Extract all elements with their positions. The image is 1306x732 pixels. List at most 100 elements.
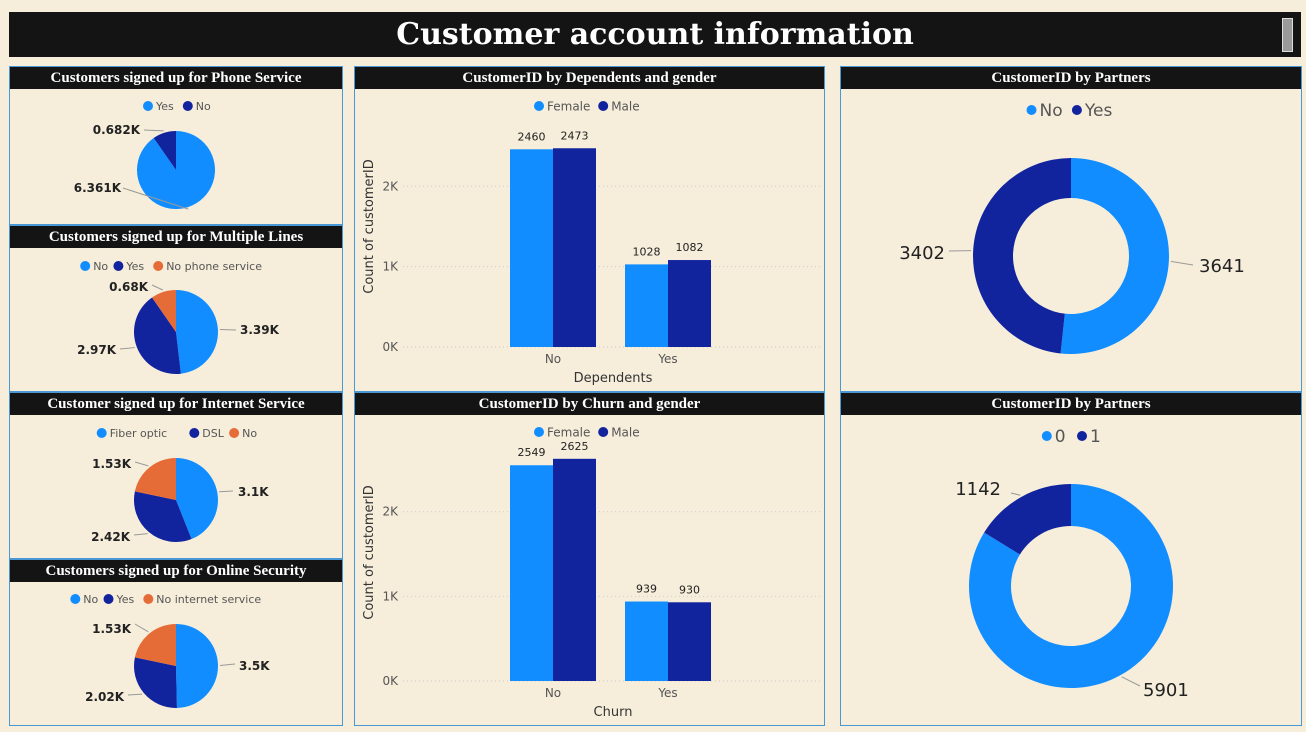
legend-marker-0 xyxy=(1026,105,1037,115)
data-label-1: 0.682K xyxy=(93,123,141,137)
multiple-lines-chart: No Yes No phone service 3.39K 2.97K 0.68K xyxy=(77,260,280,374)
dashboard-title: Customer account information xyxy=(396,17,914,52)
legend-marker-1 xyxy=(189,428,200,438)
y-tick-label-2: 2K xyxy=(382,179,399,193)
leader-line-0 xyxy=(219,328,237,331)
partners-chart: No Yes 3641 3402 xyxy=(899,101,1245,354)
churn-donut-panel: CustomerID by Partners 0 1 5901 1142 xyxy=(840,392,1302,726)
legend-label-0: Yes xyxy=(155,100,174,113)
x-tick-label-1: Yes xyxy=(657,686,677,700)
data-label-0: 3.1K xyxy=(238,485,269,499)
legend-label-2: No xyxy=(242,427,257,440)
bar-value-label: 1028 xyxy=(633,245,661,258)
leader-line-1 xyxy=(133,533,148,536)
online-security-panel: Customers signed up for Online Security … xyxy=(9,559,343,726)
bar-no-female xyxy=(510,149,553,347)
data-label-0: 5901 xyxy=(1143,680,1189,701)
bar-value-label: 930 xyxy=(679,583,700,596)
legend-marker-0 xyxy=(96,428,107,438)
data-label-1: 2.97K xyxy=(77,343,117,357)
x-axis-title: Dependents xyxy=(574,371,653,386)
data-label-0: 3.5K xyxy=(239,659,270,673)
partners-panel: CustomerID by Partners No Yes 3641 3402 xyxy=(840,66,1302,392)
bar-value-label: 1082 xyxy=(676,241,704,254)
phone-service-panel: Customers signed up for Phone Service Ye… xyxy=(9,66,343,225)
slice-yes xyxy=(973,158,1071,354)
slice-no xyxy=(1060,158,1169,354)
slice-yes xyxy=(134,657,177,708)
bar-no-male xyxy=(553,458,596,681)
y-axis-title: Count of customerID xyxy=(362,485,377,619)
legend-marker-2 xyxy=(153,261,164,271)
data-label-1: 3402 xyxy=(899,243,945,264)
dashboard-header: Customer account information xyxy=(9,12,1301,57)
leader-line-1 xyxy=(1010,492,1021,496)
legend-label-0: Fiber optic xyxy=(110,427,167,440)
bar-value-label: 2460 xyxy=(518,130,546,143)
bar-value-label: 2625 xyxy=(561,440,589,453)
legend-label-0: No xyxy=(83,593,98,606)
y-tick-label-0: 0K xyxy=(382,674,399,688)
legend-label-1: Yes xyxy=(116,593,135,606)
bar-yes-female xyxy=(625,601,668,681)
x-tick-label-0: No xyxy=(545,352,561,366)
legend-marker-0 xyxy=(80,261,91,271)
leader-line-0 xyxy=(219,490,234,493)
legend-marker-1 xyxy=(598,427,609,437)
dependents-chart: Female Male 0K 1K 2K Count of customerID 2460 2… xyxy=(362,99,820,386)
bar-no-male xyxy=(553,148,596,347)
bar-yes-male xyxy=(668,602,711,681)
slice-no xyxy=(176,290,218,374)
y-tick-label-1: 1K xyxy=(382,589,399,603)
legend-marker-1 xyxy=(1077,431,1087,441)
legend-label-1: No xyxy=(196,100,211,113)
leader-line-1 xyxy=(119,347,135,350)
bar-no-female xyxy=(510,465,553,681)
data-label-2: 1.53K xyxy=(92,622,132,636)
data-label-0: 3.39K xyxy=(240,323,280,337)
legend-label-1: Yes xyxy=(1084,101,1113,121)
legend-marker-2 xyxy=(229,428,240,438)
leader-line-2 xyxy=(151,284,164,291)
internet-service-panel: Customer signed up for Internet Service … xyxy=(9,392,343,559)
legend-label-0: Female xyxy=(547,99,590,113)
legend-label-1: DSL xyxy=(202,427,224,440)
multiple-lines-panel: Customers signed up for Multiple Lines N… xyxy=(9,225,343,392)
legend-marker-0 xyxy=(1041,431,1052,441)
leader-line-0 xyxy=(1170,260,1194,266)
data-label-1: 2.42K xyxy=(91,530,131,544)
y-tick-label-0: 0K xyxy=(382,340,399,354)
data-label-0: 3641 xyxy=(1199,256,1245,277)
phone-service-chart: Yes No 6.361K 0.682K xyxy=(74,100,216,210)
dependents-panel: CustomerID by Dependents and gender Fema… xyxy=(354,66,825,392)
legend-label-2: No internet service xyxy=(156,593,261,606)
legend-label-0: 0 xyxy=(1055,427,1066,447)
legend-label-1: Yes xyxy=(125,260,144,273)
churn-chart: Female Male 0K 1K 2K Count of customerID 2549 2… xyxy=(362,425,820,720)
legend-marker-0 xyxy=(534,101,544,111)
internet-service-chart: Fiber optic DSL No 3.1K 2.42K 1.53K xyxy=(91,427,269,544)
online-security-chart: No Yes No internet service 3.5K 2.02K 1.53K xyxy=(70,593,270,708)
header-scroll-handle[interactable] xyxy=(1282,18,1293,52)
bar-yes-male xyxy=(668,260,711,347)
bar-value-label: 2473 xyxy=(561,129,589,142)
leader-line-2 xyxy=(134,461,149,467)
legend-marker-1 xyxy=(598,101,609,111)
data-label-1: 2.02K xyxy=(85,690,125,704)
legend-marker-1 xyxy=(1071,105,1082,115)
bar-value-label: 2549 xyxy=(518,446,546,459)
leader-line-0 xyxy=(1121,676,1141,687)
legend-label-2: No phone service xyxy=(166,260,262,273)
x-tick-label-1: Yes xyxy=(657,352,677,366)
y-axis-title: Count of customerID xyxy=(362,159,377,293)
x-tick-label-0: No xyxy=(545,686,561,700)
leader-line-1 xyxy=(143,129,164,132)
slice-no xyxy=(176,624,219,708)
legend-label-1: Male xyxy=(611,99,639,113)
legend-label-1: Male xyxy=(611,425,639,439)
legend-marker-0 xyxy=(534,427,544,437)
legend-label-0: No xyxy=(93,260,108,273)
legend-marker-1 xyxy=(103,594,114,604)
legend-marker-0 xyxy=(143,101,153,111)
legend-marker-1 xyxy=(113,261,124,271)
